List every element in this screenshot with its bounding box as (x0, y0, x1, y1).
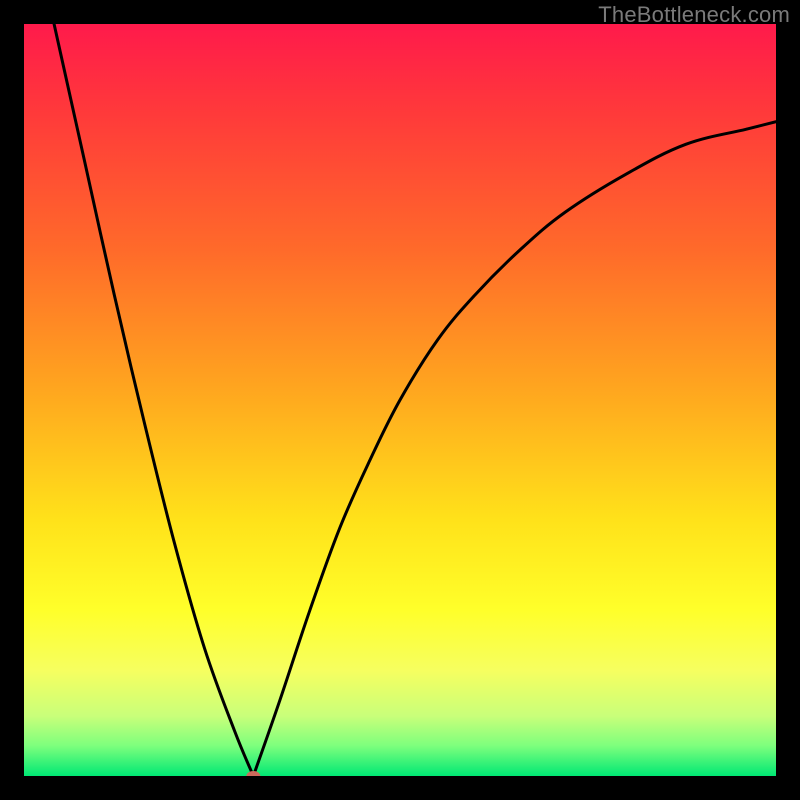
bottleneck-chart (24, 24, 776, 776)
chart-frame (24, 24, 776, 776)
watermark-text: TheBottleneck.com (598, 2, 790, 28)
